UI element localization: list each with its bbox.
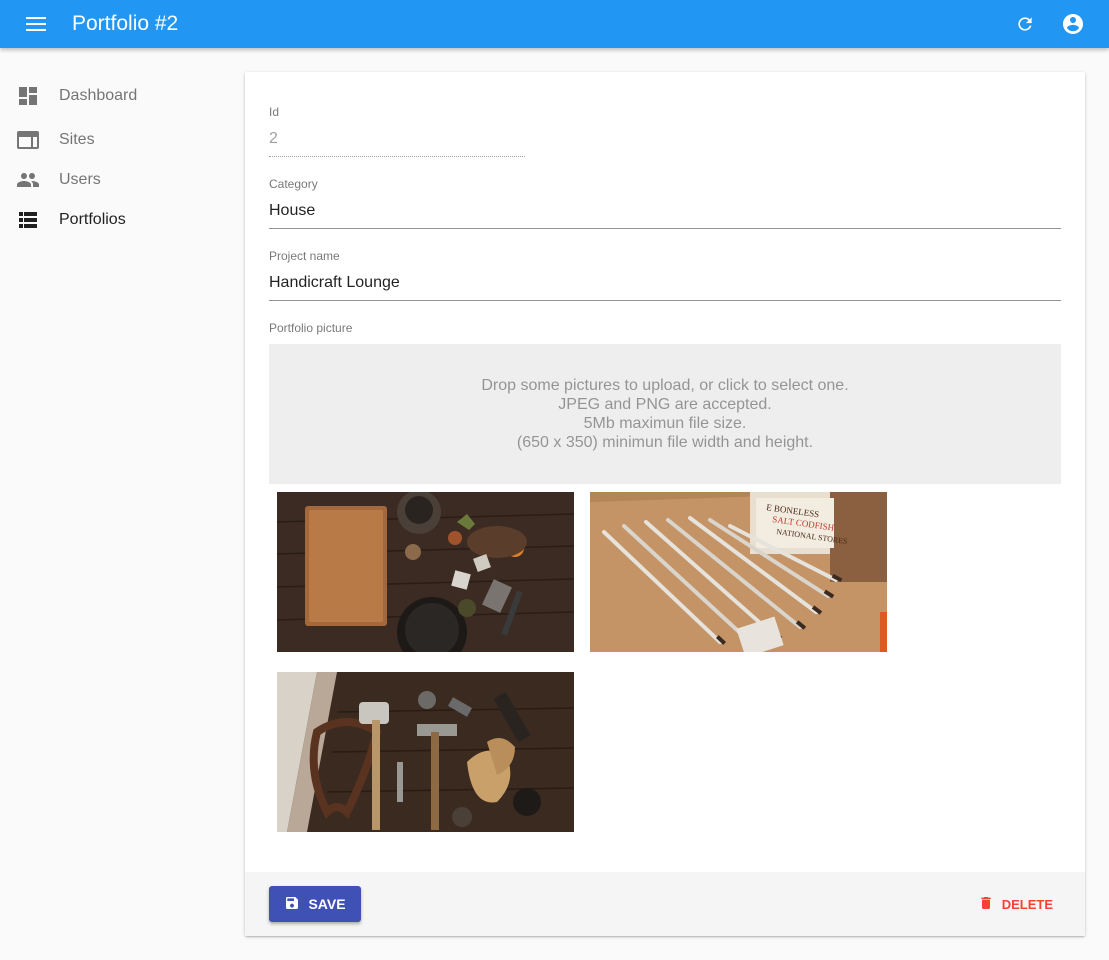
floppy-disk-icon xyxy=(284,895,300,914)
dropzone-min-dimensions: (650 x 350) minimun file width and heigh… xyxy=(516,434,814,451)
dropzone-accepted-types: JPEG and PNG are accepted. xyxy=(558,396,772,413)
dropzone-max-size: 5Mb maximun file size. xyxy=(583,415,747,432)
project-name-field: Project name xyxy=(269,249,1061,301)
id-field: Id xyxy=(269,105,525,157)
page-title: Portfolio #2 xyxy=(72,12,179,35)
save-button-label: SAVE xyxy=(308,896,346,912)
delete-button[interactable]: DELETE xyxy=(970,886,1061,922)
portfolio-image-2[interactable]: E BONELESS SALT CODFISH NATIONAL STORES xyxy=(590,492,887,652)
project-name-label: Project name xyxy=(269,249,340,263)
dropzone-instructions: Drop some pictures to upload, or click t… xyxy=(481,377,849,394)
trash-icon xyxy=(978,894,994,915)
card-actions: SAVE DELETE xyxy=(245,872,1085,936)
sidebar-item-label: Portfolios xyxy=(59,211,126,228)
sidebar-item-label: Sites xyxy=(59,131,95,148)
project-name-input[interactable] xyxy=(269,272,1061,294)
category-input[interactable] xyxy=(269,200,1061,222)
id-underline xyxy=(269,156,525,157)
sidebar-item-dashboard[interactable]: Dashboard xyxy=(0,72,230,120)
id-input xyxy=(269,128,525,150)
portfolio-picture-label: Portfolio picture xyxy=(269,321,353,335)
people-icon xyxy=(16,168,40,192)
sidebar-item-label: Dashboard xyxy=(59,87,138,104)
portfolio-image-3[interactable] xyxy=(277,672,574,832)
project-name-underline xyxy=(269,300,1061,301)
sidebar-item-sites[interactable]: Sites xyxy=(0,120,230,160)
account-circle-icon[interactable] xyxy=(1061,10,1085,38)
sidebar-item-portfolios[interactable]: Portfolios xyxy=(0,200,230,240)
menu-icon[interactable] xyxy=(24,12,48,36)
app-bar: Portfolio #2 xyxy=(0,0,1109,48)
dashboard-icon xyxy=(16,84,40,108)
category-field: Category xyxy=(269,177,1061,229)
delete-button-label: DELETE xyxy=(1001,896,1053,912)
view-list-icon xyxy=(16,208,40,232)
image-dropzone[interactable]: Drop some pictures to upload, or click t… xyxy=(269,344,1061,484)
sidebar-item-label: Users xyxy=(59,171,101,188)
web-icon xyxy=(16,128,40,152)
category-underline xyxy=(269,228,1061,229)
id-label: Id xyxy=(269,105,280,119)
sidebar-item-users[interactable]: Users xyxy=(0,160,230,200)
category-label: Category xyxy=(269,177,318,191)
portfolio-edit-card: Id Category Project name Portfolio pictu… xyxy=(245,72,1085,936)
save-button[interactable]: SAVE xyxy=(269,886,361,922)
sidebar: Dashboard Sites Users Portfolios xyxy=(0,72,230,240)
portfolio-image-1[interactable] xyxy=(277,492,574,652)
refresh-icon[interactable] xyxy=(1013,10,1037,38)
portfolio-picture-field: Portfolio picture xyxy=(269,321,352,335)
